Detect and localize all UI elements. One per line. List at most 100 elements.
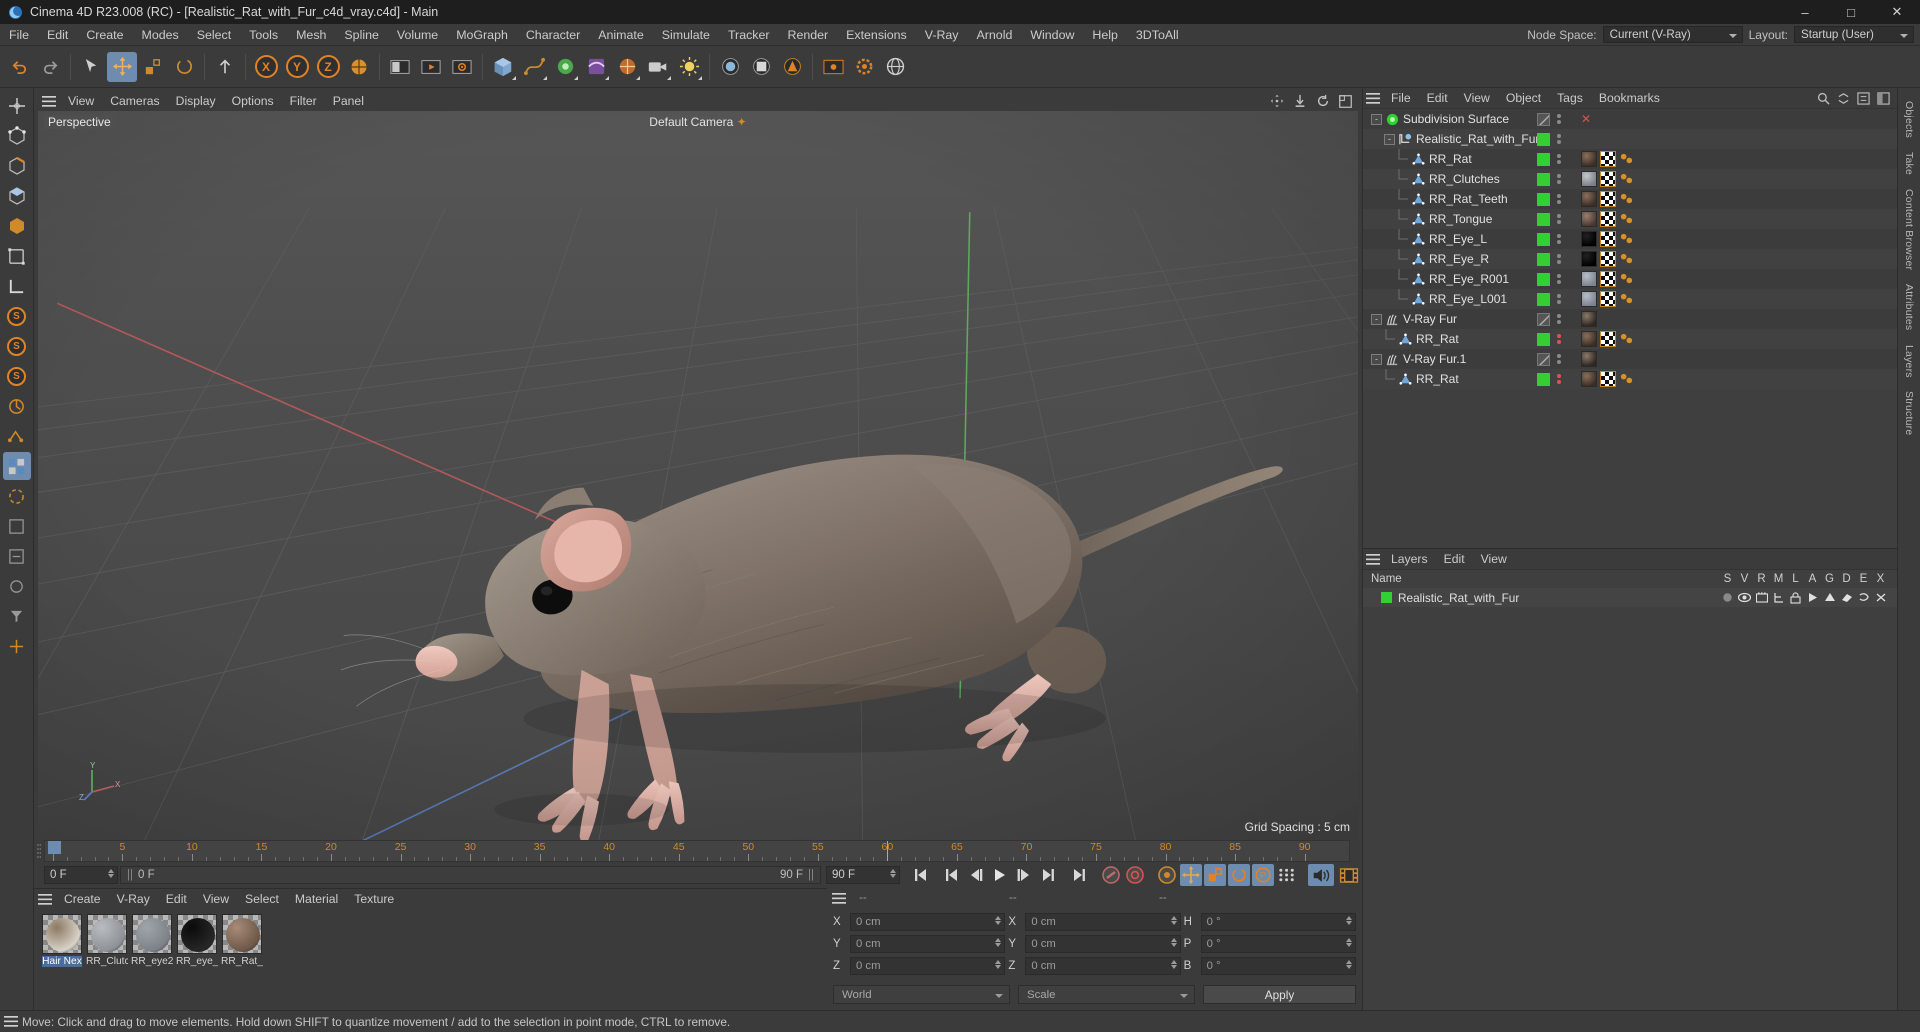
coord-spinner[interactable] (1170, 916, 1177, 925)
object-expand-icon[interactable] (1837, 92, 1850, 105)
visibility-dots[interactable] (1553, 254, 1565, 264)
timeline-playhead[interactable] (47, 841, 61, 854)
coord-field-rotation-p[interactable]: 0 ° (1200, 935, 1356, 953)
material-menu-v-ray[interactable]: V-Ray (109, 889, 158, 909)
disabled-indicator[interactable] (1536, 352, 1550, 366)
add-cube-button[interactable] (488, 52, 518, 82)
expressions-icon[interactable] (1855, 592, 1872, 603)
menu-item-3dtoall[interactable]: 3DToAll (1127, 24, 1188, 46)
texture-tag-icon[interactable] (1600, 371, 1616, 387)
vertical-tab-content-browser[interactable]: Content Browser (1903, 182, 1915, 277)
axis-y-lock-button[interactable]: Y (282, 52, 312, 82)
coord-field-size-y[interactable]: 0 cm (1025, 935, 1181, 953)
table-row[interactable]: RR_Rat (1363, 149, 1897, 169)
autokey-button[interactable] (1124, 864, 1146, 886)
visibility-dots[interactable] (1553, 374, 1565, 384)
transform-tool-button[interactable] (3, 92, 31, 120)
texture-tag-icon[interactable] (1600, 231, 1616, 247)
material-tag-icon[interactable] (1581, 151, 1597, 167)
expander-toggle[interactable]: - (1371, 113, 1382, 125)
viewport-menu-display[interactable]: Display (168, 91, 224, 111)
keyframe-settings-button[interactable] (1156, 864, 1178, 886)
layer-row[interactable]: Realistic_Rat_with_Fur (1363, 588, 1897, 607)
uv-tag-icon[interactable] (1619, 292, 1633, 306)
table-row[interactable]: RR_Eye_L001 (1363, 289, 1897, 309)
object-menu-bookmarks[interactable]: Bookmarks (1591, 88, 1668, 108)
lock-axis-button[interactable]: S (3, 362, 31, 390)
menu-item-edit[interactable]: Edit (38, 24, 77, 46)
apply-button[interactable]: Apply (1203, 985, 1356, 1004)
rotate-tool-button[interactable] (169, 52, 199, 82)
menu-item-tracker[interactable]: Tracker (719, 24, 779, 46)
coord-spinner[interactable] (1345, 916, 1352, 925)
workplane-grid-button[interactable] (2, 452, 31, 480)
material-tag-icon[interactable] (1581, 351, 1597, 367)
add-spline-button[interactable] (519, 52, 549, 82)
visibility-toggle[interactable] (1533, 149, 1553, 169)
viewport-menu-view[interactable]: View (60, 91, 102, 111)
axis-mode-button[interactable] (3, 272, 31, 300)
status-menu-icon[interactable] (0, 1016, 22, 1027)
add-environment-button[interactable] (612, 52, 642, 82)
table-row[interactable]: - V-Ray Fur.1 (1363, 349, 1897, 369)
viewport-pan-icon[interactable] (1270, 94, 1284, 108)
material-item[interactable]: RR_eye2 (131, 914, 173, 1010)
axis-z-lock-button[interactable]: Z (313, 52, 343, 82)
table-row[interactable]: RR_Eye_R (1363, 249, 1897, 269)
select-tool-button[interactable] (76, 52, 106, 82)
enabled-indicator[interactable] (1536, 332, 1550, 346)
material-menu-texture[interactable]: Texture (346, 889, 402, 909)
uv-tag-icon[interactable] (1619, 172, 1633, 186)
key-scale-button[interactable] (1204, 864, 1226, 886)
texture-tag-icon[interactable] (1600, 271, 1616, 287)
move-up-tool-button[interactable] (210, 52, 240, 82)
texture-tag-icon[interactable] (1600, 291, 1616, 307)
add-deformer-button[interactable] (581, 52, 611, 82)
expander-toggle[interactable]: - (1384, 133, 1395, 145)
redo-button[interactable] (35, 52, 65, 82)
vertical-tab-attributes[interactable]: Attributes (1903, 277, 1915, 337)
key-rotation-button[interactable] (1228, 864, 1250, 886)
current-frame-field[interactable]: 0 F (44, 866, 118, 884)
enabled-indicator[interactable] (1536, 172, 1550, 186)
uv-tag-icon[interactable] (1619, 372, 1633, 386)
expander-toggle[interactable]: - (1371, 353, 1382, 365)
table-row[interactable]: - Subdivision Surface ✕ (1363, 109, 1897, 129)
menu-item-file[interactable]: File (0, 24, 38, 46)
point-mode-button[interactable] (3, 122, 31, 150)
layer-color-swatch[interactable] (1381, 592, 1392, 603)
vray-settings-button[interactable] (849, 52, 879, 82)
object-filter-icon[interactable] (1857, 91, 1870, 105)
selection-filter-button[interactable] (3, 602, 31, 630)
uv-tag-icon[interactable] (1619, 332, 1633, 346)
menu-item-simulate[interactable]: Simulate (653, 24, 719, 46)
material-swatch[interactable] (42, 914, 82, 954)
snap-settings-button[interactable] (3, 632, 31, 660)
table-row[interactable]: - Realistic_Rat_with_Fur (1363, 129, 1897, 149)
disabled-indicator[interactable] (1536, 312, 1550, 326)
menu-item-extensions[interactable]: Extensions (837, 24, 916, 46)
close-button[interactable]: ✕ (1874, 0, 1920, 24)
delete-icon[interactable]: ✕ (1581, 112, 1591, 126)
object-layout-icon[interactable] (1877, 91, 1890, 105)
object-menu-object[interactable]: Object (1498, 88, 1549, 108)
object-manager-menu-icon[interactable] (1363, 92, 1383, 104)
menu-item-animate[interactable]: Animate (589, 24, 652, 46)
coord-spinner[interactable] (1345, 938, 1352, 947)
table-row[interactable]: RR_Eye_L (1363, 229, 1897, 249)
texture-axis-button[interactable]: S (3, 332, 31, 360)
visibility-dots[interactable] (1553, 174, 1565, 184)
deformers-icon[interactable] (1838, 592, 1855, 603)
material-tag-icon[interactable] (1581, 331, 1597, 347)
table-row[interactable]: RR_Eye_R001 (1363, 269, 1897, 289)
menu-item-modes[interactable]: Modes (133, 24, 188, 46)
material-swatch[interactable] (132, 914, 172, 954)
next-keyframe-button[interactable] (1037, 864, 1059, 886)
menu-item-volume[interactable]: Volume (388, 24, 447, 46)
table-row[interactable]: - V-Ray Fur (1363, 309, 1897, 329)
visibility-toggle[interactable] (1533, 369, 1553, 389)
material-tag-icon[interactable] (1581, 251, 1597, 267)
axis-x-lock-button[interactable]: X (251, 52, 281, 82)
render-to-picture-viewer-button[interactable] (416, 52, 446, 82)
object-menu-edit[interactable]: Edit (1419, 88, 1456, 108)
